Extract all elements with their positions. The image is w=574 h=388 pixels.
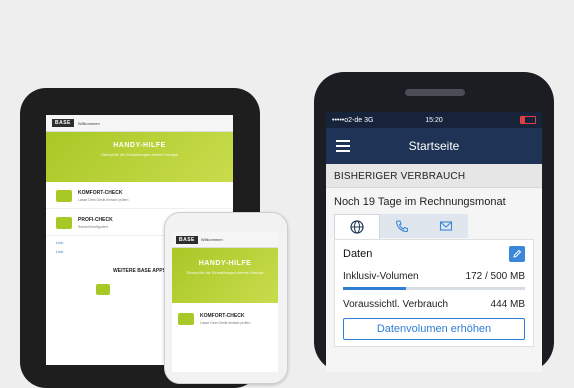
edit-button[interactable] xyxy=(509,246,525,262)
tab-data[interactable] xyxy=(334,214,380,239)
battery-icon xyxy=(520,116,536,124)
row-title: KOMFORT-CHECK xyxy=(200,313,245,319)
phone-header: BASE Willkommen xyxy=(172,232,278,248)
pencil-icon xyxy=(513,249,522,258)
usage-card: Daten Inklusiv-Volumen 172 / 500 MB Vora… xyxy=(334,239,534,347)
hero-subtitle: Überprüfe die Einstellungen deines Handy… xyxy=(101,152,178,157)
header-text: Willkommen xyxy=(200,237,223,242)
globe-icon xyxy=(350,220,364,234)
base-logo: BASE xyxy=(52,119,74,127)
app-bar: Startseite xyxy=(326,128,542,164)
tab-calls[interactable] xyxy=(380,214,424,238)
tablet-header: BASE Willkommen xyxy=(46,115,233,132)
usage-tabs xyxy=(326,214,542,239)
section-header: BISHERIGER VERBRAUCH xyxy=(326,164,542,188)
tablet-hero: HANDY-HILFE Überprüfe die Einstellungen … xyxy=(46,132,233,182)
volume-value: 172 / 500 MB xyxy=(465,271,525,282)
tab-sms[interactable] xyxy=(424,214,468,238)
volume-progress xyxy=(343,287,525,290)
card-heading: Daten xyxy=(343,248,373,260)
row-sub: Lasse Dein Gerät einfach prüfen xyxy=(200,321,251,325)
small-phone-screen: BASE Willkommen HANDY-HILFE Überprüfe di… xyxy=(172,232,278,372)
large-phone-screen: •••••o2-de 3G 15:20 Startseite BISHERIGE… xyxy=(326,112,542,372)
status-bar: •••••o2-de 3G 15:20 xyxy=(326,112,542,128)
profi-icon xyxy=(56,217,72,229)
header-text: Willkommen xyxy=(77,120,100,126)
increase-volume-button[interactable]: Datenvolumen erhöhen xyxy=(343,318,525,340)
volume-progress-fill xyxy=(343,287,406,290)
komfort-icon xyxy=(178,313,194,325)
app-icon[interactable] xyxy=(95,284,110,295)
base-logo: BASE xyxy=(176,235,198,244)
row-sub: Schnell konfiguriert xyxy=(78,225,108,229)
speaker-grille xyxy=(405,89,465,96)
list-item-komfort[interactable]: KOMFORT-CHECK Lasse Dein Gerät einfach p… xyxy=(172,303,278,335)
page-title: Startseite xyxy=(408,139,460,153)
forecast-value: 444 MB xyxy=(490,299,525,310)
row-title: PROFI-CHECK xyxy=(78,217,113,223)
row-title: KOMFORT-CHECK xyxy=(78,190,123,196)
forecast-label: Voraussichtl. Verbrauch xyxy=(343,299,449,310)
volume-label: Inklusiv-Volumen xyxy=(343,271,419,282)
phone-icon xyxy=(395,220,409,233)
list-item-komfort[interactable]: KOMFORT-CHECK Lasse Dein Gerät einfach p… xyxy=(46,182,233,209)
days-remaining: Noch 19 Tage im Rechnungsmonat xyxy=(334,196,506,208)
row-sub: Lasse Dein Gerät einfach prüfen xyxy=(78,198,129,202)
forecast-row: Voraussichtl. Verbrauch 444 MB xyxy=(343,299,525,310)
hero-title: HANDY-HILFE xyxy=(113,142,166,149)
mail-icon xyxy=(439,221,453,231)
hero-title: HANDY-HILFE xyxy=(198,260,252,267)
komfort-icon xyxy=(56,190,72,202)
hero-subtitle: Überprüfe die Einstellungen deines Handy… xyxy=(186,270,264,275)
clock: 15:20 xyxy=(425,116,443,124)
volume-row: Inklusiv-Volumen 172 / 500 MB xyxy=(343,271,525,282)
phone-hero: HANDY-HILFE Überprüfe die Einstellungen … xyxy=(172,248,278,303)
